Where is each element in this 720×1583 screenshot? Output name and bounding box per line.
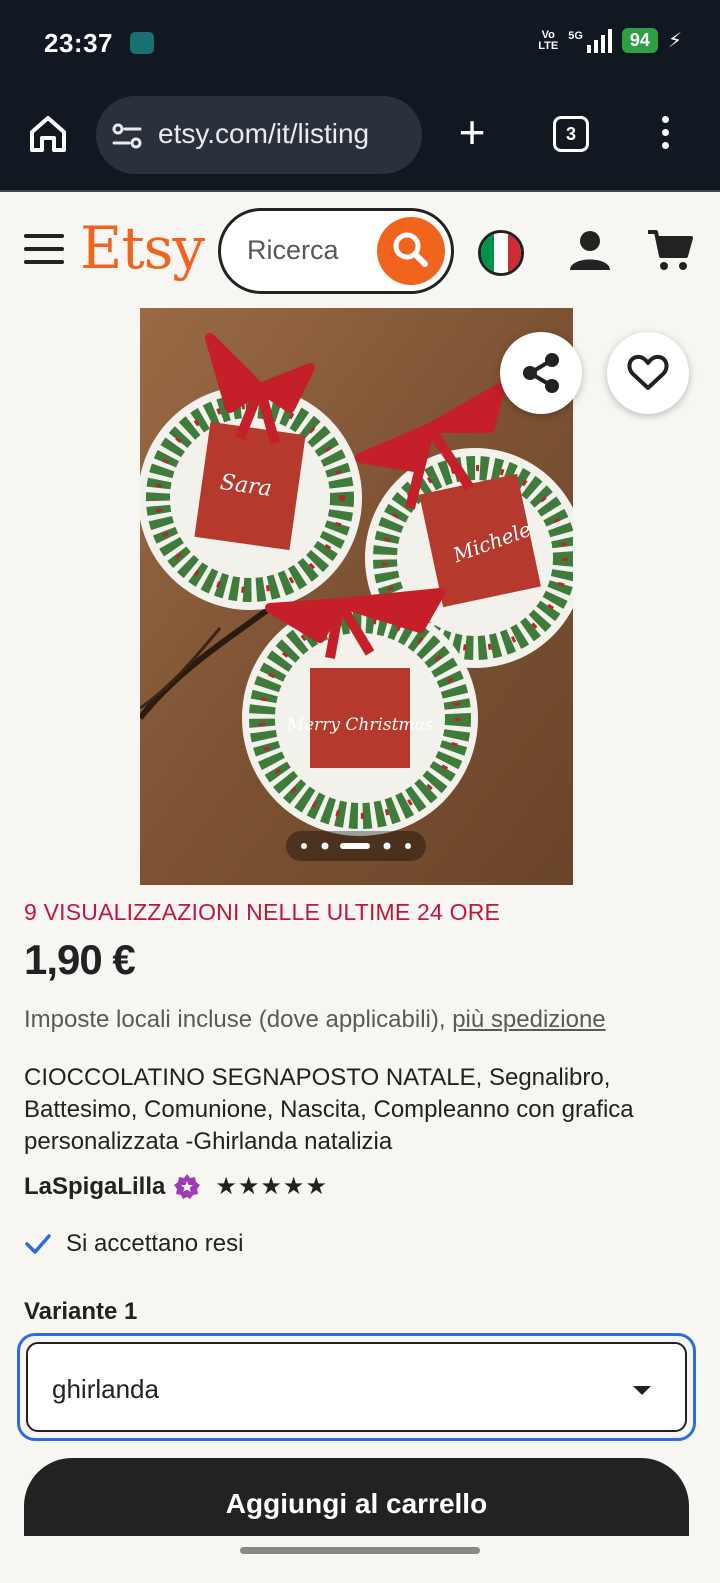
returns-info: Si accettano resi bbox=[24, 1230, 243, 1258]
status-bar: 23:37 Vo LTE 5G 94 ⚡ bbox=[0, 0, 720, 88]
italy-flag-icon[interactable] bbox=[478, 230, 524, 276]
etsy-header: Etsy Ricerca bbox=[0, 190, 720, 308]
charging-icon: ⚡ bbox=[667, 30, 682, 52]
favorite-button[interactable] bbox=[607, 332, 689, 414]
rating-stars[interactable]: ★★★★★ bbox=[215, 1172, 328, 1201]
tax-info: Imposte locali incluse (dove applicabili… bbox=[24, 1006, 606, 1034]
caret-down-icon bbox=[633, 1386, 651, 1395]
bottom-nav-area bbox=[0, 1536, 720, 1583]
card-name-3: Merry Christmas bbox=[286, 715, 434, 735]
menu-icon[interactable] bbox=[24, 234, 64, 266]
site-settings-icon[interactable] bbox=[112, 122, 142, 150]
search-icon bbox=[393, 232, 428, 267]
returns-text: Si accettano resi bbox=[66, 1230, 244, 1257]
new-tab-icon[interactable]: + bbox=[452, 109, 492, 158]
network-type: 5G bbox=[568, 29, 583, 42]
add-to-cart-label: Aggiungi al carrello bbox=[225, 1488, 488, 1519]
shop-name[interactable]: LaSpigaLilla bbox=[24, 1173, 165, 1201]
share-icon bbox=[523, 353, 559, 393]
search-input[interactable]: Ricerca bbox=[218, 208, 454, 294]
overflow-menu-icon[interactable] bbox=[655, 116, 675, 156]
shop-row: LaSpigaLilla ★★★★★ bbox=[24, 1172, 328, 1201]
views-notice: 9 VISUALIZZAZIONI NELLE ULTIME 24 ORE bbox=[24, 899, 501, 925]
cart-icon[interactable] bbox=[646, 228, 694, 274]
etsy-logo[interactable]: Etsy bbox=[80, 214, 205, 282]
checkmark-icon bbox=[25, 1234, 51, 1254]
volte-indicator: Vo LTE bbox=[538, 28, 559, 52]
listing-title: CIOCCOLATINO SEGNAPOSTO NATALE, Segnalib… bbox=[24, 1064, 634, 1155]
variant-select[interactable]: ghirlanda bbox=[26, 1342, 687, 1432]
status-time: 23:37 bbox=[44, 28, 113, 58]
shipping-link[interactable]: più spedizione bbox=[452, 1006, 605, 1033]
variant-selected-value: ghirlanda bbox=[52, 1374, 159, 1404]
variant-label: Variante 1 bbox=[24, 1298, 138, 1325]
star-seller-badge-icon bbox=[173, 1173, 201, 1201]
screen: 23:37 Vo LTE 5G 94 ⚡ etsy.com/it/listing… bbox=[0, 0, 720, 1583]
search-placeholder: Ricerca bbox=[247, 235, 339, 265]
url-text: etsy.com/it/listing bbox=[158, 118, 370, 149]
share-button[interactable] bbox=[500, 332, 582, 414]
battery-level: 94 bbox=[621, 28, 658, 53]
amazon-photos-icon bbox=[130, 32, 154, 54]
search-button[interactable] bbox=[377, 217, 445, 285]
heart-icon bbox=[627, 354, 669, 390]
user-icon[interactable] bbox=[566, 228, 614, 274]
address-bar[interactable]: etsy.com/it/listing bbox=[96, 96, 422, 174]
signal-icon bbox=[586, 28, 612, 53]
status-indicators: Vo LTE 5G 94 ⚡ bbox=[538, 28, 682, 53]
variant-select-focus-ring: ghirlanda bbox=[17, 1333, 696, 1441]
gesture-bar[interactable] bbox=[240, 1547, 480, 1554]
tab-switcher-icon[interactable]: 3 bbox=[553, 116, 589, 152]
tax-text: Imposte locali incluse (dove applicabili… bbox=[24, 1006, 453, 1033]
browser-toolbar: etsy.com/it/listing + 3 bbox=[0, 88, 720, 190]
price: 1,90 € bbox=[24, 936, 136, 983]
home-icon[interactable] bbox=[28, 112, 68, 156]
